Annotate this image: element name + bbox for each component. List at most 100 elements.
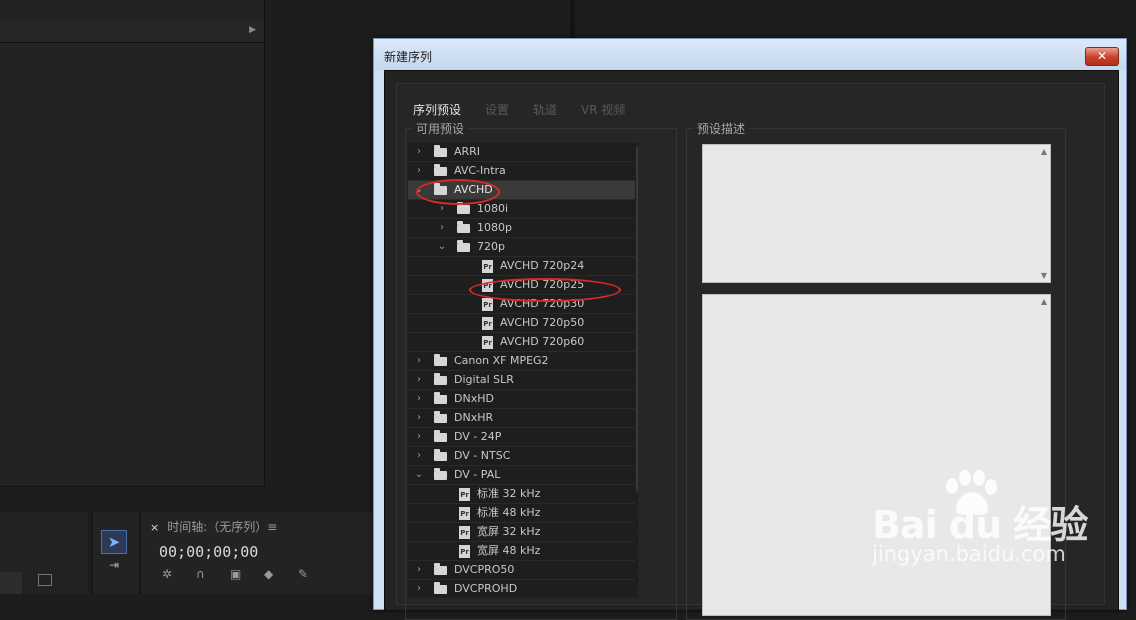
tree-item-label: DV - 24P	[454, 430, 502, 443]
tree-item-label: Canon XF MPEG2	[454, 354, 549, 367]
project-panel-bottom	[0, 512, 88, 594]
tree-scrollbar[interactable]	[636, 145, 638, 493]
panel-strip	[0, 572, 22, 594]
tab-settings[interactable]: 设置	[485, 101, 509, 122]
tree-folder-item[interactable]: › DV - 24P	[408, 428, 635, 447]
tree-folder-item[interactable]: › DVCPRO50	[408, 561, 635, 580]
preset-description-box[interactable]: ▲ ▼	[702, 144, 1051, 283]
premiere-preset-icon: Pr	[459, 488, 470, 501]
chevron-right-icon[interactable]: ›	[414, 447, 424, 465]
tree-preset-item[interactable]: Pr AVCHD 720p60	[408, 333, 635, 352]
bin-icon[interactable]	[38, 574, 52, 586]
dialog-titlebar[interactable]: 新建序列 ✕	[374, 39, 1126, 70]
marker-icon[interactable]: ◆	[264, 567, 298, 581]
tree-preset-item[interactable]: Pr AVCHD 720p50	[408, 314, 635, 333]
selection-tool-icon[interactable]: ➤	[101, 530, 127, 554]
folder-icon	[457, 221, 470, 233]
tree-item-label: DVCPRO50	[454, 563, 515, 576]
chevron-right-icon[interactable]: ›	[414, 162, 424, 180]
tree-item-label: ARRI	[454, 145, 481, 158]
folder-icon	[434, 563, 447, 575]
tools-panel: ➤ ⇥	[92, 512, 140, 594]
chevron-right-icon[interactable]: ›	[414, 409, 424, 427]
folder-icon	[434, 430, 447, 442]
timeline-tab[interactable]: × 时间轴:（无序列）≡	[150, 518, 277, 535]
timeline-timecode[interactable]: 00;00;00;00	[159, 543, 258, 561]
tree-folder-item[interactable]: › DNxHR	[408, 409, 635, 428]
folder-icon	[434, 411, 447, 423]
tree-folder-item[interactable]: › Digital SLR	[408, 371, 635, 390]
premiere-preset-icon: Pr	[459, 545, 470, 558]
tree-folder-item[interactable]: › DNxHD	[408, 390, 635, 409]
tree-item-label: 720p	[477, 240, 505, 253]
tree-preset-item[interactable]: Pr 宽屏 48 kHz	[408, 542, 635, 561]
chevron-down-icon[interactable]: ⌄	[437, 238, 447, 256]
available-presets-label: 可用预设	[412, 120, 469, 137]
folder-icon	[434, 392, 447, 404]
timeline-tab-label: 时间轴:（无序列）≡	[167, 520, 278, 534]
tree-folder-item[interactable]: › ARRI	[408, 143, 635, 162]
panel-menu-arrow-icon[interactable]: ▶	[249, 25, 256, 35]
tree-folder-item[interactable]: ⌄ DV - PAL	[408, 466, 635, 485]
tree-folder-item[interactable]: › DV - NTSC	[408, 447, 635, 466]
wrench-icon[interactable]: ✎	[298, 567, 332, 581]
premiere-preset-icon: Pr	[459, 526, 470, 539]
chevron-right-icon[interactable]: ›	[414, 561, 424, 579]
chevron-right-icon[interactable]: ›	[414, 371, 424, 389]
tree-preset-item[interactable]: Pr 宽屏 32 kHz	[408, 523, 635, 542]
chevron-right-icon[interactable]: ›	[414, 390, 424, 408]
tree-folder-item[interactable]: › AVC-Intra	[408, 162, 635, 181]
folder-icon	[434, 582, 447, 594]
premiere-preset-icon: Pr	[459, 507, 470, 520]
timeline-panel: × 时间轴:（无序列）≡ 00;00;00;00 ✲ ∩ ▣ ◆ ✎	[142, 512, 374, 594]
tree-item-label: AVCHD 720p50	[500, 316, 585, 329]
tree-item-label: 标准 32 kHz	[477, 487, 541, 500]
source-panel-header: ▶	[0, 22, 264, 43]
chevron-right-icon[interactable]: ›	[414, 352, 424, 370]
preset-description-label: 预设描述	[693, 120, 750, 137]
tab-tracks[interactable]: 轨道	[533, 101, 557, 122]
magnet-icon[interactable]: ∩	[196, 567, 230, 581]
folder-icon	[434, 449, 447, 461]
tree-item-label: 宽屏 32 kHz	[477, 525, 541, 538]
tree-preset-item[interactable]: Pr AVCHD 720p24	[408, 257, 635, 276]
folder-icon	[457, 202, 470, 214]
tree-item-label: 1080p	[477, 221, 512, 234]
scroll-up-icon[interactable]: ▲	[1041, 297, 1047, 306]
premiere-preset-icon: Pr	[482, 260, 493, 273]
chevron-right-icon[interactable]: ›	[414, 143, 424, 161]
tree-folder-item[interactable]: › Canon XF MPEG2	[408, 352, 635, 371]
folder-icon	[434, 164, 447, 176]
tree-folder-item[interactable]: › 1080p	[408, 219, 635, 238]
scroll-up-icon[interactable]: ▲	[1041, 147, 1047, 156]
folder-icon	[457, 240, 470, 252]
chevron-right-icon[interactable]: ›	[414, 580, 424, 598]
scroll-down-icon[interactable]: ▼	[1041, 271, 1047, 280]
tree-item-label: DNxHD	[454, 392, 494, 405]
new-sequence-dialog: 新建序列 ✕ 序列预设 设置 轨道 VR 视频 可用预设 预设描述 ▲ ▼ ▲ › DV…	[373, 38, 1127, 620]
folder-icon	[434, 354, 447, 366]
folder-icon	[434, 468, 447, 480]
close-button[interactable]: ✕	[1085, 47, 1119, 66]
chevron-right-icon[interactable]: ›	[414, 428, 424, 446]
tree-folder-item[interactable]: › DVCPROHD	[408, 580, 635, 599]
premiere-preset-icon: Pr	[482, 317, 493, 330]
track-select-tool-icon[interactable]: ⇥	[103, 558, 125, 576]
tree-preset-item[interactable]: Pr 标准 32 kHz	[408, 485, 635, 504]
timeline-toolbar: ✲ ∩ ▣ ◆ ✎	[162, 567, 332, 581]
dialog-title: 新建序列	[384, 50, 433, 64]
tree-item-label: DNxHR	[454, 411, 494, 424]
tab-vr-video[interactable]: VR 视频	[581, 101, 625, 122]
preset-details-box[interactable]: ▲	[702, 294, 1051, 616]
tree-folder-item[interactable]: ⌄ 720p	[408, 238, 635, 257]
chevron-right-icon[interactable]: ›	[437, 219, 447, 237]
linked-selection-icon[interactable]: ▣	[230, 567, 264, 581]
annotation-circle-720p25	[469, 278, 621, 302]
folder-icon	[434, 145, 447, 157]
tree-item-label: DVCPROHD	[454, 582, 518, 595]
chevron-down-icon[interactable]: ⌄	[414, 466, 424, 484]
timeline-close-icon[interactable]: ×	[150, 521, 159, 534]
tree-preset-item[interactable]: Pr 标准 48 kHz	[408, 504, 635, 523]
snap-icon[interactable]: ✲	[162, 567, 196, 581]
tree-item-label: Digital SLR	[454, 373, 514, 386]
